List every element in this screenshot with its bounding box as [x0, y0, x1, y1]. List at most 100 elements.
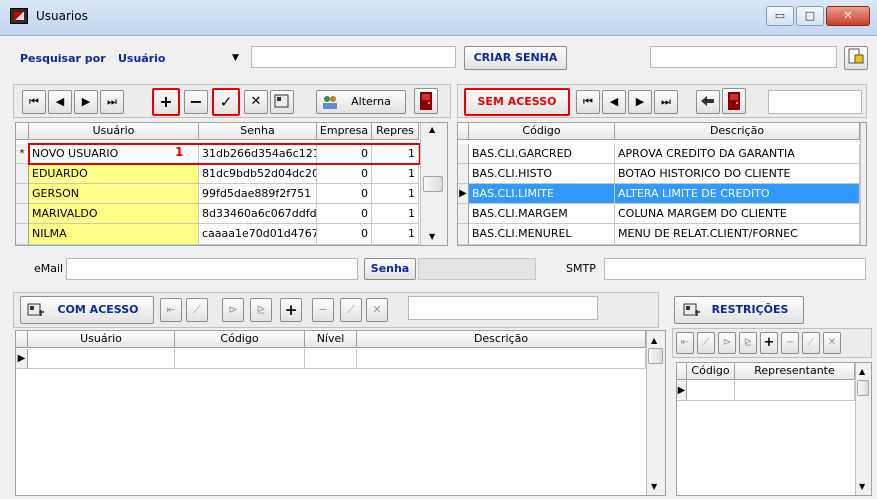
prev-record-button[interactable]: ◀ — [48, 90, 72, 114]
refresh-button[interactable] — [270, 90, 294, 114]
senha-button[interactable]: Senha — [364, 258, 416, 280]
perm-search-input[interactable] — [768, 90, 862, 114]
table-row[interactable] — [687, 381, 735, 401]
rs-first-button[interactable]: ⇤ — [676, 332, 694, 354]
ca-last-button[interactable]: ⊵ — [250, 298, 272, 322]
perm-last-button[interactable]: ⏭ — [654, 90, 678, 114]
col-repres[interactable]: Repres — [372, 123, 419, 140]
table-row-repres[interactable]: 1 — [372, 224, 419, 245]
search-field-selected[interactable]: Usuário — [118, 52, 166, 65]
perm-next-button[interactable]: ▶ — [628, 90, 652, 114]
col-empresa[interactable]: Empresa — [317, 123, 372, 140]
rs-cancel-button[interactable]: ✕ — [823, 332, 841, 354]
table-row-empresa[interactable]: 0 — [317, 184, 372, 204]
com-acesso-button[interactable]: COM ACESSO — [20, 296, 154, 324]
table-row-repres[interactable]: 1 — [372, 184, 419, 204]
ca-col-nivel[interactable]: Nível — [305, 331, 357, 348]
search-input[interactable] — [251, 46, 456, 68]
rs-col-representante[interactable]: Representante — [735, 363, 855, 380]
table-row[interactable] — [735, 381, 855, 401]
last-record-button[interactable]: ⏭ — [100, 90, 124, 114]
ca-prev-button[interactable]: ⟋ — [186, 298, 208, 322]
table-row-senha[interactable]: 8d33460a6c067ddfd — [199, 204, 317, 224]
table-row-usuario[interactable]: NILMA — [29, 224, 199, 245]
add-record-button[interactable]: + — [152, 88, 180, 116]
com-acesso-search[interactable] — [408, 296, 598, 320]
ca-cancel-button[interactable]: ✕ — [366, 298, 388, 322]
table-row-descricao[interactable]: APROVA CREDITO DA GARANTIA — [615, 144, 860, 164]
scroll-thumb[interactable] — [423, 176, 443, 192]
rs-confirm-button[interactable]: ⟋ — [802, 332, 820, 354]
ca-remove-button[interactable]: − — [312, 298, 334, 322]
table-row-usuario[interactable]: GERSON — [29, 184, 199, 204]
rs-col-codigo[interactable]: Código — [687, 363, 735, 380]
scroll-down-icon[interactable]: ▼ — [429, 232, 435, 241]
next-record-button[interactable]: ▶ — [74, 90, 98, 114]
scroll-thumb[interactable] — [648, 348, 663, 364]
table-row-repres[interactable]: 1 — [372, 164, 419, 184]
scroll-down-icon[interactable]: ▼ — [859, 482, 865, 491]
col-codigo[interactable]: Código — [469, 123, 615, 140]
table-row-empresa[interactable]: 0 — [317, 224, 372, 245]
alterna-button[interactable]: Alterna — [316, 90, 406, 114]
table-row-usuario[interactable]: EDUARDO — [29, 164, 199, 184]
rs-next-button[interactable]: ⊳ — [718, 332, 736, 354]
table-row[interactable] — [305, 349, 357, 369]
ca-first-button[interactable]: ⇤ — [160, 298, 182, 322]
ca-confirm-button[interactable]: ⟋ — [340, 298, 362, 322]
table-row[interactable] — [175, 349, 305, 369]
ca-next-button[interactable]: ⊳ — [222, 298, 244, 322]
table-row-descricao[interactable]: BOTAO HISTORICO DO CLIENTE — [615, 164, 860, 184]
scroll-up-icon[interactable]: ▲ — [859, 367, 865, 376]
export-button[interactable] — [844, 46, 868, 70]
ca-col-codigo[interactable]: Código — [175, 331, 305, 348]
sem-acesso-button[interactable]: SEM ACESSO — [464, 88, 570, 116]
scroll-up-icon[interactable]: ▲ — [651, 336, 657, 345]
perm-exit-button[interactable] — [722, 88, 746, 114]
table-row-senha[interactable]: 99fd5dae889f2f751 — [199, 184, 317, 204]
scroll-up-icon[interactable]: ▲ — [429, 125, 435, 134]
table-row-descricao-selected[interactable]: ALTERA LIMITE DE CREDITO — [615, 184, 860, 204]
restricoes-button[interactable]: RESTRIÇÕES — [674, 296, 804, 324]
ca-col-usuario[interactable]: Usuário — [28, 331, 175, 348]
minimize-button[interactable]: ▭ — [766, 6, 794, 26]
table-row[interactable] — [357, 349, 646, 369]
table-row-codigo[interactable]: BAS.CLI.MENUREL — [469, 224, 615, 245]
table-row-empresa[interactable]: 0 — [317, 204, 372, 224]
first-record-button[interactable]: ⏮ — [22, 90, 46, 114]
table-row-codigo[interactable]: BAS.CLI.GARCRED — [469, 144, 615, 164]
perm-back-button[interactable] — [696, 90, 720, 114]
col-senha[interactable]: Senha — [199, 123, 317, 140]
confirm-record-button[interactable]: ✓ — [212, 88, 240, 116]
table-row-codigo[interactable]: BAS.CLI.HISTO — [469, 164, 615, 184]
ca-col-descricao[interactable]: Descrição — [357, 331, 646, 348]
create-password-button[interactable]: CRIAR SENHA — [464, 46, 567, 70]
close-button[interactable]: ✕ — [826, 6, 870, 26]
remove-record-button[interactable]: − — [184, 90, 208, 114]
table-row-repres[interactable]: 1 — [372, 204, 419, 224]
table-row[interactable] — [28, 349, 175, 369]
rs-add-button[interactable]: + — [760, 332, 778, 354]
rs-prev-button[interactable]: ⟋ — [697, 332, 715, 354]
table-row-usuario[interactable]: MARIVALDO — [29, 204, 199, 224]
ca-add-button[interactable]: + — [280, 298, 302, 322]
table-row-senha[interactable]: caaaa1e70d01d4767 — [199, 224, 317, 245]
cancel-record-button[interactable]: ✕ — [244, 90, 268, 114]
perm-first-button[interactable]: ⏮ — [576, 90, 600, 114]
col-usuario[interactable]: Usuário — [29, 123, 199, 140]
scroll-down-icon[interactable]: ▼ — [651, 482, 657, 491]
rs-remove-button[interactable]: − — [781, 332, 799, 354]
email-input[interactable] — [66, 258, 358, 280]
table-row-codigo-selected[interactable]: BAS.CLI.LIMITE — [469, 184, 615, 204]
table-row-descricao[interactable]: MENU DE RELAT.CLIENT/FORNEC — [615, 224, 860, 245]
rs-last-button[interactable]: ⊵ — [739, 332, 757, 354]
table-row-empresa[interactable]: 0 — [317, 164, 372, 184]
dropdown-arrow-icon[interactable]: ▼ — [232, 53, 239, 63]
table-row-codigo[interactable]: BAS.CLI.MARGEM — [469, 204, 615, 224]
exit-button[interactable] — [414, 88, 438, 114]
perm-grid-scrollbar[interactable] — [860, 123, 866, 245]
scroll-thumb[interactable] — [857, 380, 869, 396]
perm-prev-button[interactable]: ◀ — [602, 90, 626, 114]
table-row-senha[interactable]: 81dc9bdb52d04dc20 — [199, 164, 317, 184]
smtp-input[interactable] — [604, 258, 866, 280]
